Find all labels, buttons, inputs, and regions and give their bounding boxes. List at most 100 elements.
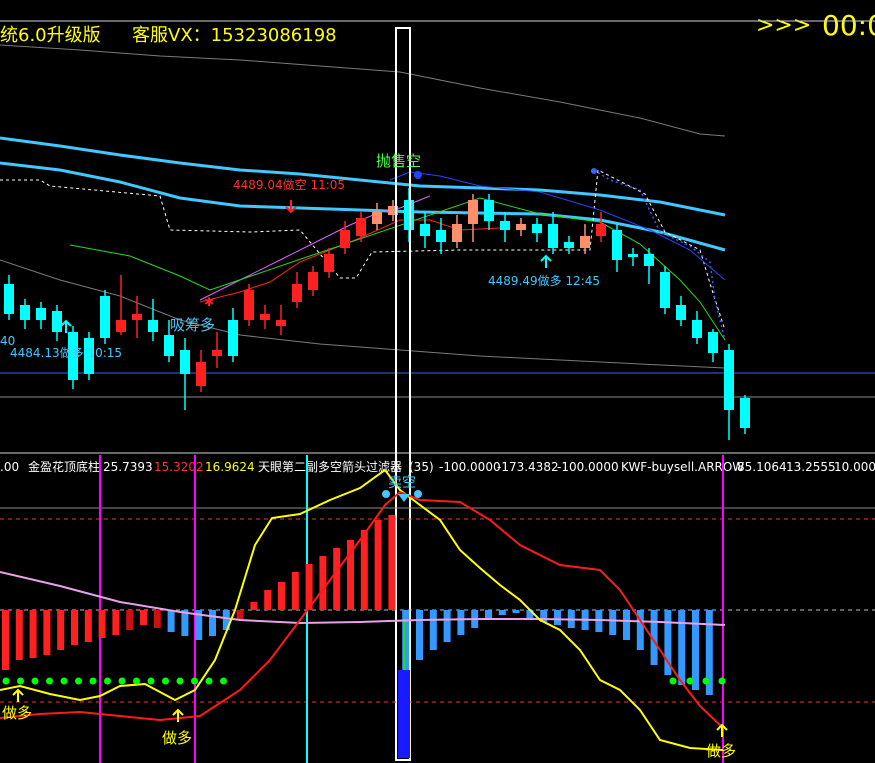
candle-body [244,290,254,320]
candle-body [20,305,30,320]
candle-body [196,362,206,386]
green-line [69,197,726,341]
long-label-1: 做多 [2,704,32,722]
candle-body [356,218,366,236]
indicator-value-8: 85.1064 [737,460,787,474]
candle-body [452,224,462,242]
candle-body [596,224,606,236]
long-note-left: 4484.13做多 10:15 [10,345,122,360]
trading-chart: 统6.0升级版 客服VX：15323086198 >>> 00:0 抛售空 44… [0,9,875,763]
candle-body [260,314,270,320]
short-note: 4489.04做空 11:05 [233,177,345,192]
histogram-bar [416,610,423,660]
indicator-value-9: 13.2555 [786,460,836,474]
histogram-bar [692,610,699,690]
green-dot [31,677,39,685]
histogram-bar [360,530,368,610]
histogram-bar [43,610,51,655]
candle-body [580,236,590,248]
green-dot [46,677,53,685]
candle-body [148,320,158,332]
histogram-bar [167,610,175,632]
candle-body [212,350,222,356]
histogram-bar [71,610,78,645]
candle-body [532,224,542,233]
indicator-value-2: 15.3202 [154,460,204,474]
long-arrow-icon-2 [540,254,552,268]
candle-body [724,350,734,410]
candle-body [116,320,126,332]
candle-body [340,230,350,248]
histogram-bar [126,610,134,630]
cursor-volume-bar [398,670,410,758]
green-dot [147,677,155,685]
indicator-name-2: 天眼第二副多空箭头过滤器 [258,459,402,474]
indicator-value-4: (35) [409,460,434,474]
histogram-bar [236,610,244,620]
marker-dot-2 [591,168,597,174]
green-dot [89,677,97,685]
green-dot [133,677,140,685]
accumulate-label: 吸筹多 [170,316,215,334]
green-dot [191,677,198,685]
indicator-value-6: -173.4382 [497,460,559,474]
candle-body [52,311,62,332]
histogram-bar [388,515,396,610]
histogram-bar [15,610,23,660]
histogram-bar [209,610,216,636]
candle-body [740,398,750,428]
green-dot [718,677,726,685]
candle-body [468,200,478,224]
histogram-bar [84,610,92,642]
green-dot [220,677,227,685]
star-marker-icon: ✱ [204,295,214,309]
indicator-value-10: 10.000 [834,460,875,474]
short-dot-2 [414,490,422,498]
green-dot [686,677,694,685]
green-dot [205,677,213,685]
ma-line-1 [0,136,726,217]
indicator-value-1: 25.7393 [103,460,153,474]
upper-envelope-line [0,44,726,137]
contact-text: 客服VX：15323086198 [132,25,337,46]
candle-body [484,200,494,221]
candle-body [4,284,14,314]
candle-body [692,320,702,338]
histogram-bar [554,610,561,625]
candle-body [372,212,382,224]
long-note-right: 4489.49做多 12:45 [488,273,600,288]
histogram-bar [112,610,120,635]
green-dot [75,677,82,685]
marker-dot [414,171,422,179]
candle-body [36,308,46,320]
long-arrow-icon-sub-2 [172,708,184,722]
short-arrow-icon-sub [398,494,410,502]
candle-body [228,320,238,356]
green-dot [176,677,184,685]
candle-body [324,254,334,272]
edge-value: 40 [0,334,15,348]
short-arrow-icon [285,200,297,214]
histogram-bar [2,610,9,670]
indicator-value-0: .00 [0,460,19,474]
candle-body [276,320,286,326]
candle-body [500,221,510,230]
histogram-bar [374,520,382,610]
histogram-bar [319,556,327,610]
green-dot [2,677,10,685]
green-dot [60,677,68,685]
long-label-3: 做多 [706,742,736,760]
app-title: 统6.0升级版 [0,25,101,46]
candle-body [644,254,654,266]
candle-body [436,230,446,242]
histogram-bar [250,602,258,610]
histogram-bar [264,590,272,610]
candle-body [628,254,638,257]
histogram-bar [623,610,630,640]
candle-body [564,242,574,248]
long-arrow-icon-sub-1 [12,688,24,702]
green-dot [162,677,169,685]
histogram-bar [678,610,686,685]
histogram-bar [153,610,161,628]
histogram-bar [278,582,285,610]
